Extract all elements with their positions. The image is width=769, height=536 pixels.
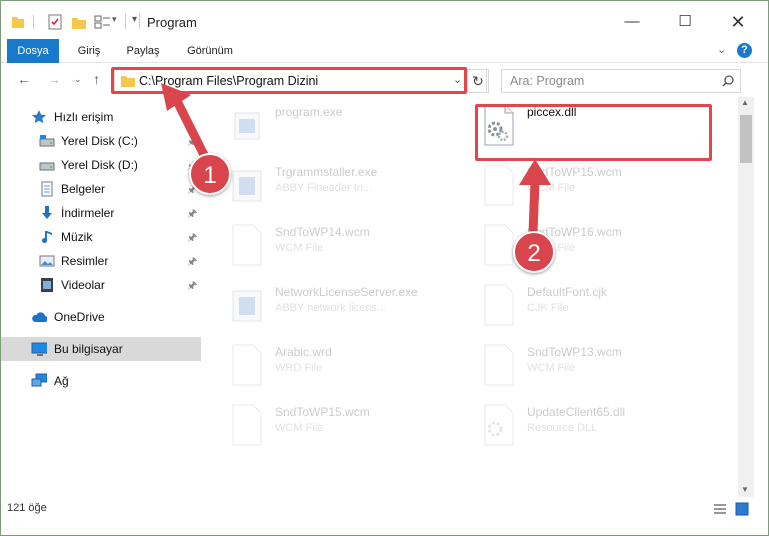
explorer-window: ▾ ▾ Program — ☐ ✕ Dosya Giriş Paylaş Gör…: [0, 0, 769, 536]
callout-badge-1: 1: [189, 153, 231, 195]
callout-arrows: [161, 83, 551, 238]
callout-badge-2: 2: [513, 231, 555, 273]
